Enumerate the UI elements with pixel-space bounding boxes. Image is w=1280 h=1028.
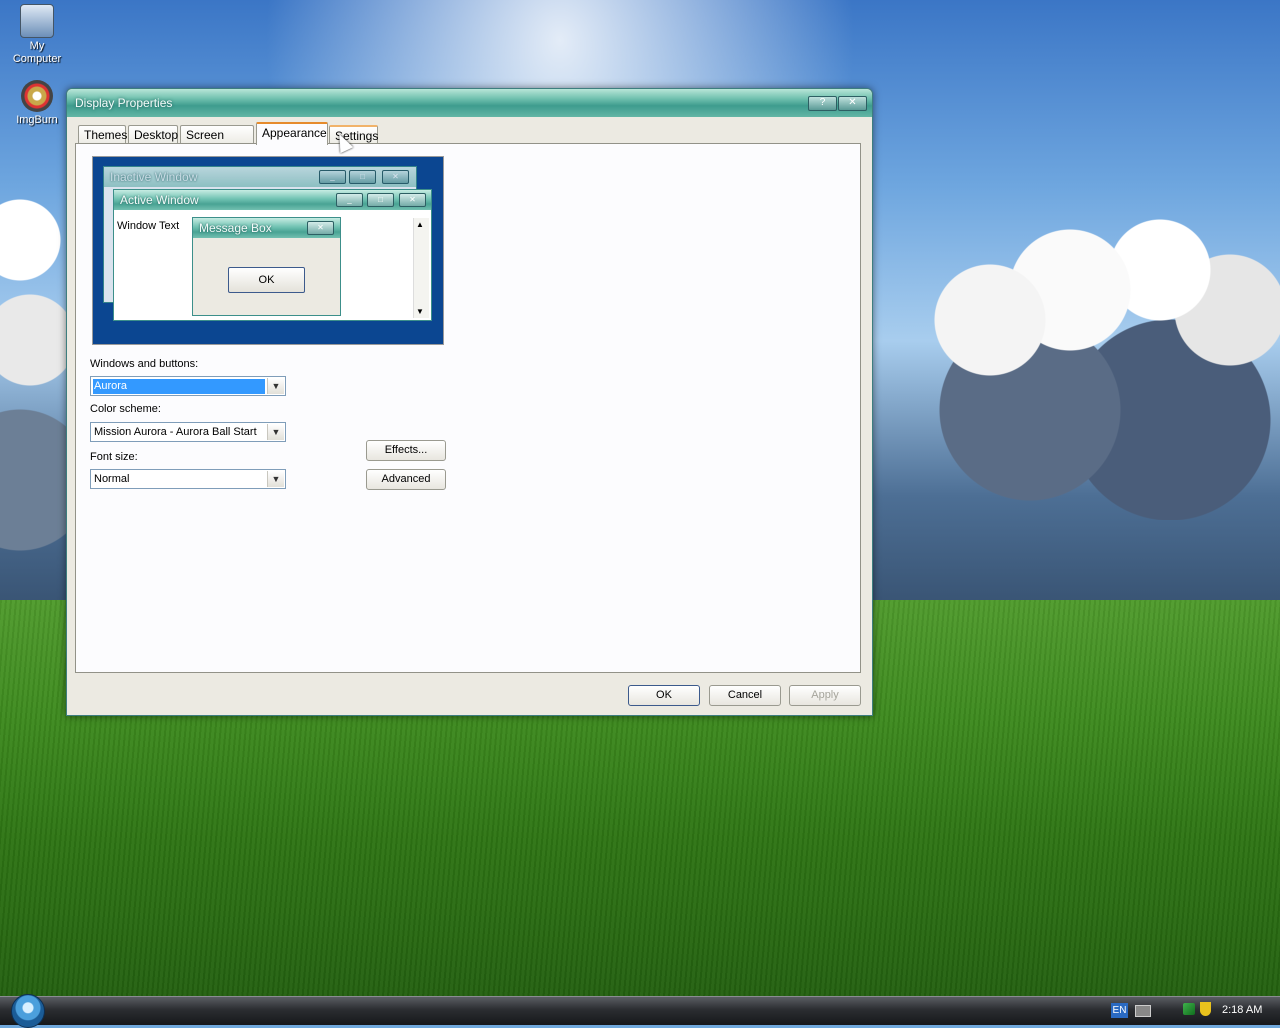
title-bar[interactable]: Display Properties ? ✕ [67,89,872,117]
color-scheme-value: Mission Aurora - Aurora Ball Start [94,426,257,438]
desktop-icon-my-computer[interactable]: My Computer [0,4,74,66]
apply-button[interactable]: Apply [789,685,861,706]
preview-window-text: Window Text [117,220,180,232]
windows-and-buttons-value: Aurora [93,379,265,394]
tab-screen-saver[interactable]: Screen Saver [180,125,254,160]
language-indicator[interactable]: EN [1111,1003,1128,1018]
chevron-down-icon[interactable]: ▼ [267,424,284,440]
disc-icon [21,80,53,112]
desktop-icon-label: ImgBurn [16,114,58,126]
tab-appearance[interactable]: Appearance [256,122,328,145]
color-scheme-label: Color scheme: [90,403,161,415]
security-shield-icon[interactable] [1200,1002,1211,1016]
display-properties-window: Display Properties ? ✕ Themes Desktop Sc… [66,88,873,716]
advanced-button[interactable]: Advanced [366,469,446,490]
windows-and-buttons-label: Windows and buttons: [90,358,199,370]
close-icon: ✕ [399,193,426,207]
window-title: Display Properties [75,96,173,110]
minimize-icon: _ [336,193,363,207]
maximize-icon: □ [367,193,394,207]
keyboard-icon[interactable] [1135,1005,1151,1017]
preview-message-box: Message Box ✕ OK [192,217,341,316]
close-button[interactable]: ✕ [838,96,867,111]
desktop-clouds-left [0,180,70,600]
clock[interactable]: 2:18 AM [1222,1004,1262,1016]
help-button[interactable]: ? [808,96,837,111]
ok-button[interactable]: OK [628,685,700,706]
font-size-value: Normal [94,473,130,485]
network-icon[interactable] [1183,1003,1195,1015]
tab-desktop[interactable]: Desktop [128,125,178,144]
preview-ok-button: OK [228,267,305,293]
preview-scrollbar: ▲ ▼ [413,218,429,318]
desktop-icon-imgburn[interactable]: ImgBurn [0,80,74,127]
appearance-preview: Inactive Window _ □ ✕ Active Window _ □ … [92,156,444,345]
chevron-down-icon[interactable]: ▼ [267,471,284,487]
font-size-label: Font size: [90,451,138,463]
close-icon: ✕ [382,170,409,184]
desktop-clouds [870,180,1280,520]
cancel-button[interactable]: Cancel [709,685,781,706]
color-scheme-select[interactable]: Mission Aurora - Aurora Ball Start ▼ [90,422,286,442]
maximize-icon: □ [349,170,376,184]
windows-and-buttons-select[interactable]: Aurora ▼ [90,376,286,396]
desktop-icon-label: Computer [12,53,62,65]
chevron-down-icon[interactable]: ▼ [267,378,284,394]
chevron-up-icon: ▲ [416,220,424,229]
tab-themes[interactable]: Themes [78,125,127,144]
minimize-icon: _ [319,170,346,184]
computer-icon [20,4,54,38]
desktop-icon-label: My [29,40,45,52]
font-size-select[interactable]: Normal ▼ [90,469,286,489]
taskbar: EN 2:18 AM [0,994,1280,1028]
close-icon: ✕ [307,221,334,235]
appearance-panel: Inactive Window _ □ ✕ Active Window _ □ … [75,143,861,673]
effects-button[interactable]: Effects... [366,440,446,461]
chevron-down-icon: ▼ [416,307,424,316]
start-button[interactable] [11,994,45,1028]
